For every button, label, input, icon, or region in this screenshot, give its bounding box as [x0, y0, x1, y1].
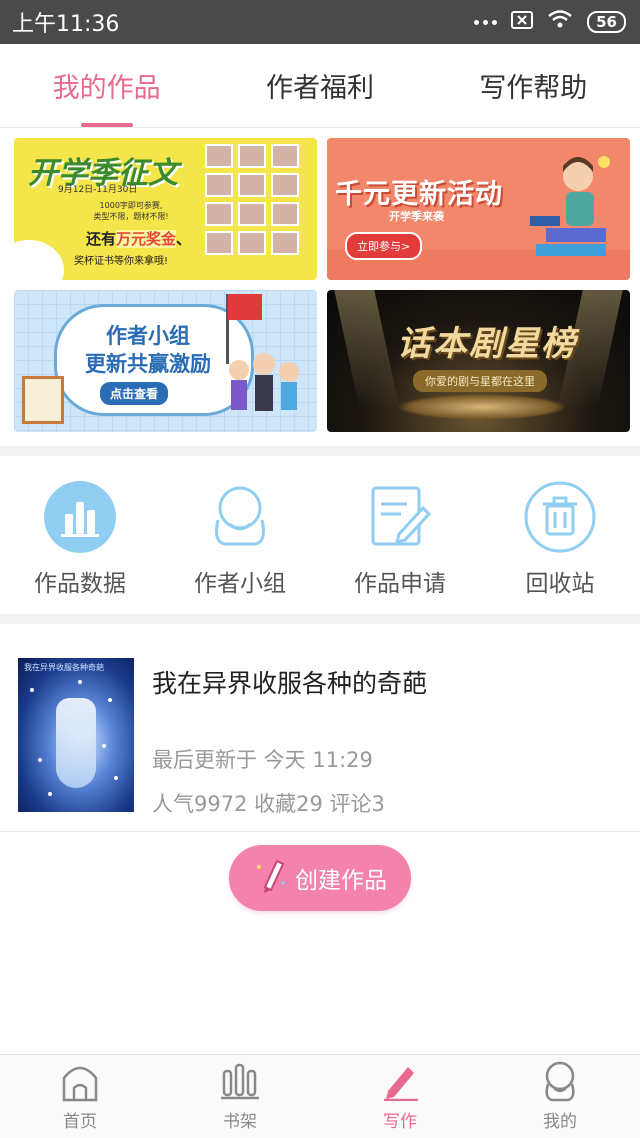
banner-star-ranking[interactable]: 话本剧星榜 你爱的剧与星都在这里: [327, 290, 630, 432]
cover-caption: 我在异界收服各种奇葩: [24, 663, 104, 672]
reading-person-illustration: [530, 156, 610, 256]
quick-actions: 作品数据 作者小组 作品申请 回收站: [0, 456, 640, 614]
red-flag-icon: [228, 294, 262, 320]
banner-subtitle: 开学季来袭: [389, 210, 444, 223]
group-avatar-icon: [203, 480, 277, 554]
banner-date: 9月12日-11月30日: [58, 185, 138, 195]
wifi-icon: [547, 9, 573, 35]
work-stats: 人气9972 收藏29 评论3: [152, 792, 385, 816]
section-divider: [0, 614, 640, 624]
cloud-decoration: [14, 240, 64, 280]
banner-grid: 开学季征文 9月12日-11月30日 1000字即可参赛, 类型不限，题材不限!…: [0, 128, 640, 446]
section-divider: [0, 446, 640, 456]
nav-bookshelf[interactable]: 书架: [160, 1055, 320, 1138]
banner-title-line: 作者小组: [106, 324, 190, 348]
edit-document-icon: [363, 480, 437, 554]
create-work-label: 创建作品: [295, 868, 387, 894]
top-tabs: 我的作品 作者福利 写作帮助: [0, 44, 640, 128]
join-now-button[interactable]: 立即参与>: [345, 232, 423, 260]
status-icons: 56: [474, 9, 626, 35]
banner-title: 话本剧星榜: [397, 324, 577, 364]
bookshelf-icon: [220, 1059, 260, 1103]
quick-action-author-group[interactable]: 作者小组: [160, 480, 320, 614]
banner-update-event[interactable]: 千元更新活动 开学季来袭 立即参与>: [327, 138, 630, 280]
bonus-highlight: 万元奖金: [116, 230, 177, 248]
quick-action-recycle-bin[interactable]: 回收站: [480, 480, 640, 614]
more-dots-icon: [474, 19, 498, 25]
work-title: 我在异界收服各种的奇葩: [152, 669, 428, 698]
work-cover: 我在异界收服各种奇葩: [18, 658, 134, 812]
banner-subtitle: 你爱的剧与星都在这里: [413, 370, 547, 392]
view-now-button[interactable]: 点击查看: [100, 382, 169, 405]
banner-cert: 奖杯证书等你来拿哦!: [74, 256, 169, 267]
quick-action-label: 回收站: [525, 571, 595, 597]
bar-chart-icon: [43, 480, 117, 554]
banner-title: 作者小组 更新共赢激励: [68, 322, 228, 378]
work-info: 我在异界收服各种的奇葩 最后更新于 今天 11:29 人气9972 收藏29 评…: [152, 658, 640, 831]
banner-author-group[interactable]: 作者小组 更新共赢激励 点击查看: [14, 290, 317, 432]
create-work-button[interactable]: 创建作品: [229, 845, 411, 911]
home-icon: [60, 1059, 100, 1103]
work-card[interactable]: 我在异界收服各种奇葩 我在异界收服各种的奇葩 最后更新于 今天 11:29 人气…: [0, 624, 640, 832]
nav-profile[interactable]: 我的: [480, 1055, 640, 1138]
bonus-suffix: 、: [176, 230, 192, 248]
photo-collage: [205, 144, 305, 255]
quick-action-works-apply[interactable]: 作品申请: [320, 480, 480, 614]
nav-home[interactable]: 首页: [0, 1055, 160, 1138]
banner-title: 千元更新活动: [335, 179, 503, 210]
sim-icon: [511, 10, 534, 35]
nav-label: 写作: [383, 1112, 417, 1132]
kids-illustration: [229, 353, 299, 411]
pen-icon: [380, 1059, 420, 1103]
tab-my-works[interactable]: 我的作品: [0, 44, 213, 127]
banner-text-line: 1000字即可参赛,: [99, 201, 163, 210]
work-last-updated: 最后更新于 今天 11:29: [152, 748, 373, 772]
banner-bonus: 还有万元奖金、: [86, 228, 191, 249]
cover-figure: [56, 698, 96, 788]
nav-label: 我的: [543, 1112, 577, 1132]
tab-author-benefits[interactable]: 作者福利: [213, 44, 426, 127]
bonus-prefix: 还有: [86, 230, 117, 248]
bottom-nav: 首页 书架 写作 我的: [0, 1054, 640, 1138]
quick-action-label: 作品申请: [354, 571, 446, 597]
banner-text: 1000字即可参赛, 类型不限，题材不限!: [76, 200, 186, 222]
banner-text-line: 类型不限，题材不限!: [93, 212, 169, 221]
tab-writing-help[interactable]: 写作帮助: [427, 44, 640, 127]
create-button-wrap: 创建作品: [0, 832, 640, 911]
spotlight-beam: [334, 290, 400, 410]
nav-label: 书架: [223, 1112, 257, 1132]
nav-write[interactable]: 写作: [320, 1055, 480, 1138]
quick-action-label: 作者小组: [194, 571, 286, 597]
profile-icon: [540, 1059, 580, 1103]
quick-action-works-data[interactable]: 作品数据: [0, 480, 160, 614]
stage-podium: [397, 394, 567, 420]
battery-icon: 56: [587, 11, 626, 33]
banner-essay-contest[interactable]: 开学季征文 9月12日-11月30日 1000字即可参赛, 类型不限，题材不限!…: [14, 138, 317, 280]
status-time: 上午11:36: [12, 12, 120, 37]
nav-label: 首页: [63, 1112, 97, 1132]
status-bar: 上午11:36 56: [0, 0, 640, 44]
checklist-board-icon: [22, 376, 64, 424]
pen-icon: [253, 855, 287, 901]
trash-icon: [523, 480, 597, 554]
banner-title-line: 更新共赢激励: [85, 352, 211, 376]
quick-action-label: 作品数据: [34, 571, 126, 597]
